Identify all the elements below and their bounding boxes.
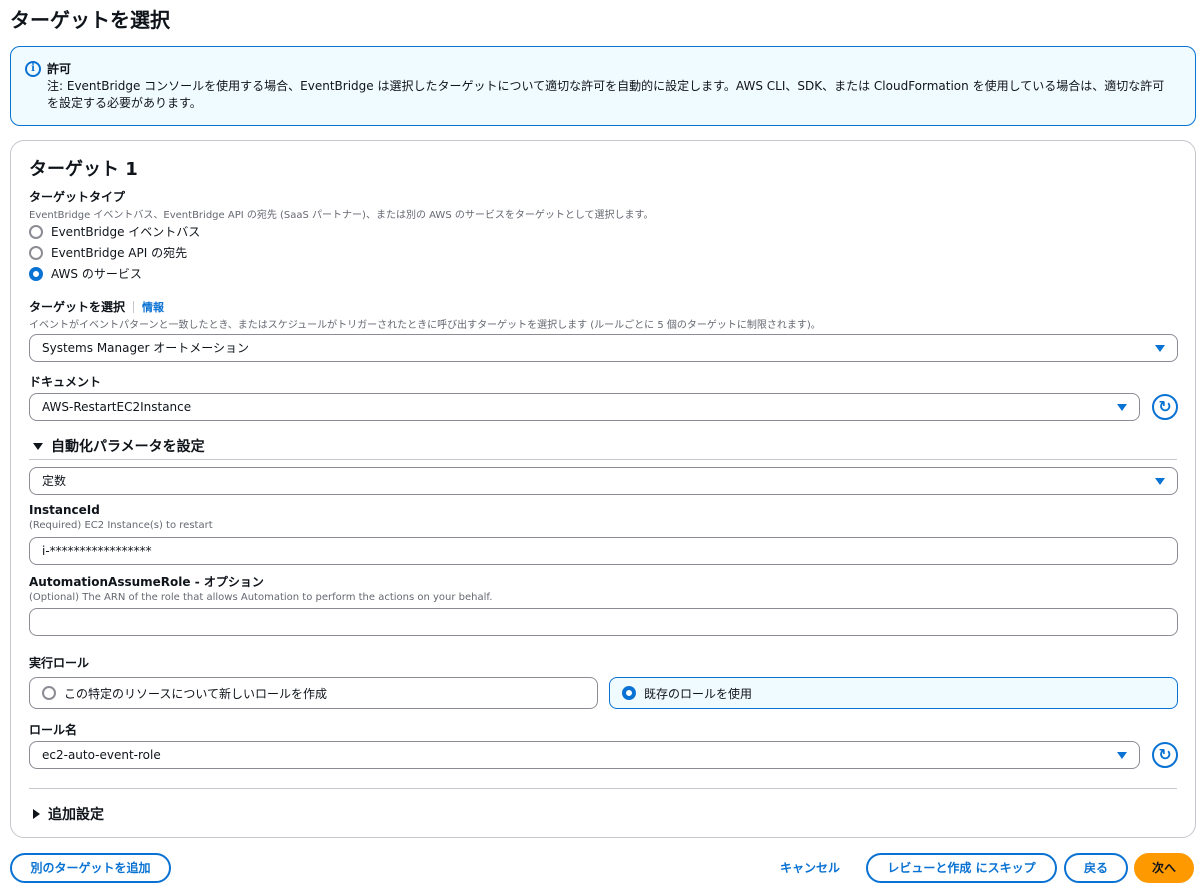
caret-down-icon — [33, 442, 43, 450]
caret-down-icon — [1155, 345, 1165, 352]
page-title: ターゲットを選択 — [10, 8, 170, 32]
divider — [29, 459, 1177, 460]
radio-button-selected[interactable] — [622, 686, 636, 700]
refresh-icon[interactable]: ↻ — [1152, 394, 1178, 420]
document-select-value: AWS-RestartEC2Instance — [42, 400, 192, 414]
next-button[interactable]: 次へ — [1134, 853, 1194, 883]
tile-label: 既存のロールを使用 — [644, 686, 753, 701]
tile-label: この特定のリソースについて新しいロールを作成 — [64, 686, 328, 701]
target-card: ターゲット 1 ターゲットタイプ EventBridge イベントバス、Even… — [10, 140, 1196, 838]
select-target-description: イベントがイベントパターンと一致したとき、またはスケジュールがトリガーされたとき… — [29, 320, 821, 331]
automation-params-label: 自動化パラメータを設定 — [51, 439, 205, 455]
document-label: ドキュメント — [29, 375, 102, 389]
caret-right-icon — [33, 809, 40, 819]
target-type-description: EventBridge イベントバス、EventBridge API の宛先 (… — [29, 210, 654, 221]
assume-role-label: AutomationAssumeRole - オプション — [29, 575, 264, 589]
execution-role-label: 実行ロール — [29, 656, 90, 670]
target-select[interactable]: Systems Manager オートメーション — [29, 334, 1178, 362]
document-select[interactable]: AWS-RestartEC2Instance — [29, 393, 1140, 421]
radio-label: EventBridge イベントバス — [51, 225, 201, 239]
tile-create-new-role[interactable]: この特定のリソースについて新しいロールを作成 — [29, 677, 598, 709]
role-name-select[interactable]: ec2-auto-event-role — [29, 741, 1140, 769]
radio-label: EventBridge API の宛先 — [51, 246, 188, 260]
role-name-label: ロール名 — [29, 723, 78, 737]
role-name-value: ec2-auto-event-role — [42, 748, 161, 762]
separator — [133, 300, 135, 313]
info-icon: i — [25, 61, 41, 77]
radio-button[interactable] — [29, 224, 43, 239]
divider — [29, 788, 1177, 789]
radio-label: AWS のサービス — [51, 267, 142, 281]
radio-button[interactable] — [29, 245, 43, 260]
select-target-label: ターゲットを選択 — [29, 300, 126, 314]
instance-id-label: InstanceId — [29, 503, 100, 517]
target-type-label: ターゲットタイプ — [29, 190, 126, 204]
permissions-alert: i 許可 注: EventBridge コンソールを使用する場合、EventBr… — [10, 46, 1196, 126]
radio-button[interactable] — [42, 686, 56, 700]
param-mode-value: 定数 — [42, 474, 67, 488]
instance-id-input[interactable]: i-***************** — [29, 537, 1178, 565]
tile-use-existing-role[interactable]: 既存のロールを使用 — [609, 677, 1178, 709]
radio-aws-service[interactable]: AWS のサービス — [29, 265, 142, 282]
automation-params-expander[interactable]: 自動化パラメータを設定 — [33, 436, 205, 456]
target-heading: ターゲット 1 — [29, 159, 138, 180]
info-link[interactable]: 情報 — [142, 299, 164, 315]
radio-button-selected[interactable] — [29, 266, 43, 281]
radio-eventbridge-bus[interactable]: EventBridge イベントバス — [29, 223, 200, 240]
assume-role-description: (Optional) The ARN of the role that allo… — [29, 592, 493, 603]
caret-down-icon — [1117, 404, 1127, 411]
caret-down-icon — [1117, 752, 1127, 759]
add-target-button[interactable]: 別のターゲットを追加 — [10, 853, 171, 883]
instance-id-description: (Required) EC2 Instance(s) to restart — [29, 520, 213, 531]
cancel-button[interactable]: キャンセル — [770, 853, 850, 883]
target-select-value: Systems Manager オートメーション — [42, 341, 249, 355]
alert-body: 注: EventBridge コンソールを使用する場合、EventBridge … — [47, 79, 1165, 110]
radio-eventbridge-api[interactable]: EventBridge API の宛先 — [29, 244, 187, 261]
additional-settings-expander[interactable]: 追加設定 — [33, 804, 104, 824]
caret-down-icon — [1155, 478, 1165, 485]
select-target-label-row: ターゲットを選択 情報 — [29, 298, 164, 315]
alert-title: 許可 — [47, 62, 72, 76]
refresh-icon[interactable]: ↻ — [1152, 742, 1178, 768]
additional-settings-label: 追加設定 — [48, 807, 104, 823]
assume-role-input[interactable] — [29, 608, 1178, 636]
skip-to-review-button[interactable]: レビューと作成 にスキップ — [866, 853, 1057, 883]
param-mode-select[interactable]: 定数 — [29, 467, 1178, 495]
back-button[interactable]: 戻る — [1064, 853, 1128, 883]
